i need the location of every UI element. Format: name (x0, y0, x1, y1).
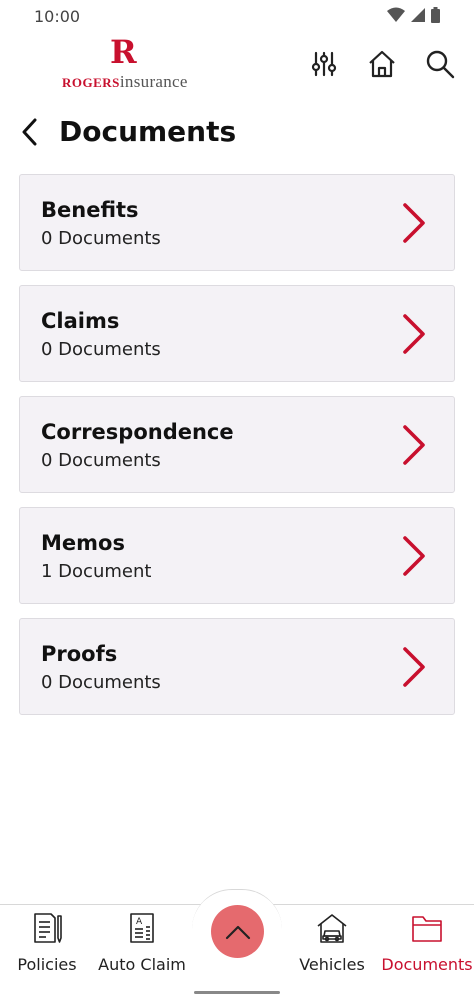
document-category-claims[interactable]: Claims 0 Documents (19, 285, 455, 382)
document-category-name: Claims (41, 309, 120, 333)
expand-menu-fab[interactable] (211, 905, 264, 958)
chevron-right-icon (403, 536, 425, 576)
home-icon (369, 50, 395, 78)
back-button[interactable] (20, 114, 50, 150)
chevron-right-icon (403, 314, 425, 354)
logo-brand-light: insurance (119, 72, 188, 91)
page-title: Documents (59, 115, 237, 148)
svg-text:A: A (136, 917, 143, 927)
app-header: R ROGERSinsurance (0, 32, 474, 98)
filter-button[interactable] (306, 46, 342, 82)
home-button[interactable] (364, 46, 400, 82)
auto-claim-icon: A (126, 911, 158, 945)
chevron-right-icon (403, 425, 425, 465)
nav-label: Auto Claim (98, 955, 186, 974)
document-category-memos[interactable]: Memos 1 Document (19, 507, 455, 604)
document-category-count: 0 Documents (41, 672, 161, 693)
home-indicator[interactable] (194, 991, 280, 994)
document-category-benefits[interactable]: Benefits 0 Documents (19, 174, 455, 271)
chevron-right-icon (403, 647, 425, 687)
nav-label: Policies (17, 955, 77, 974)
chevron-up-icon (225, 925, 250, 939)
wifi-icon (387, 7, 405, 22)
nav-label: Vehicles (299, 955, 365, 974)
document-category-count: 0 Documents (41, 450, 161, 471)
document-category-count: 0 Documents (41, 228, 161, 249)
rogers-insurance-logo: R ROGERSinsurance (62, 36, 192, 92)
page-title-row: Documents (0, 108, 474, 156)
status-time: 10:00 (34, 7, 81, 26)
document-category-count: 1 Document (41, 561, 152, 582)
sliders-icon (311, 51, 337, 77)
status-bar: 10:00 (0, 0, 474, 32)
nav-item-auto-claim[interactable]: A Auto Claim (96, 911, 188, 981)
bottom-navigation: Policies A Auto Claim Vehicles Documents (0, 889, 474, 1000)
logo-letter: R (110, 33, 137, 71)
document-category-correspondence[interactable]: Correspondence 0 Documents (19, 396, 455, 493)
document-category-name: Proofs (41, 642, 118, 666)
search-button[interactable] (422, 46, 458, 82)
document-category-proofs[interactable]: Proofs 0 Documents (19, 618, 455, 715)
documents-folder-icon (411, 911, 443, 945)
chevron-right-icon (403, 203, 425, 243)
search-icon (426, 50, 455, 79)
nav-item-documents[interactable]: Documents (381, 911, 473, 981)
signal-icon (411, 8, 425, 22)
nav-item-policies[interactable]: Policies (14, 911, 80, 981)
document-category-name: Correspondence (41, 420, 234, 444)
nav-item-vehicles[interactable]: Vehicles (296, 911, 368, 981)
logo-wordmark: ROGERSinsurance (62, 72, 188, 92)
status-icons (387, 7, 440, 23)
document-category-name: Benefits (41, 198, 139, 222)
chevron-left-icon (22, 118, 37, 146)
document-category-list: Benefits 0 Documents Claims 0 Documents … (19, 174, 455, 729)
document-category-name: Memos (41, 531, 125, 555)
nav-label: Documents (381, 955, 473, 974)
battery-icon (431, 7, 440, 23)
document-category-count: 0 Documents (41, 339, 161, 360)
logo-brand-strong: ROGERS (62, 75, 120, 90)
vehicles-icon (316, 911, 348, 945)
policies-icon (31, 911, 63, 945)
